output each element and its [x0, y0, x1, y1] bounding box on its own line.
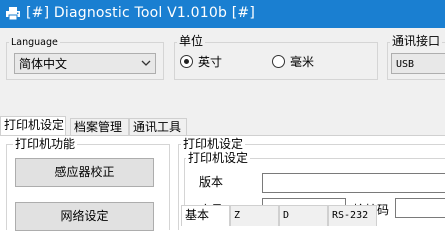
- tab-label: 打印机设定: [4, 118, 65, 132]
- unit-option-mm: 毫米: [290, 55, 315, 69]
- sensor-calibration-button[interactable]: 感应器校正: [15, 158, 154, 187]
- comm-port-group-label: 通讯接口: [390, 34, 443, 48]
- chevron-down-icon: [141, 60, 151, 66]
- printer-functions-label: 打印机功能: [13, 137, 78, 151]
- language-group-label: Language: [9, 36, 60, 49]
- subtab-label: Z: [234, 210, 241, 221]
- main-window: Language 简体中文 单位 英寸 毫米 通讯接口 USB 打印机设定 档案…: [0, 28, 445, 231]
- subtab-label: 基本: [185, 208, 210, 222]
- comm-port-select-value: USB: [396, 59, 415, 70]
- unit-radio-mm[interactable]: 毫米: [272, 54, 332, 70]
- unit-group-label: 单位: [177, 34, 206, 48]
- network-settings-label: 网络设定: [60, 209, 109, 223]
- network-settings-button[interactable]: 网络设定: [15, 202, 154, 231]
- subtab-d[interactable]: D: [279, 205, 328, 226]
- comm-port-select[interactable]: USB: [391, 53, 445, 74]
- tab-label: 档案管理: [74, 120, 123, 134]
- checksum-field[interactable]: [395, 198, 445, 218]
- language-select-value: 简体中文: [19, 57, 68, 71]
- tab-printer-settings[interactable]: 打印机设定: [0, 116, 66, 137]
- language-select[interactable]: 简体中文: [14, 53, 156, 74]
- title-bar: [#] Diagnostic Tool V1.010b [#]: [0, 0, 445, 28]
- printer-icon: [6, 7, 20, 20]
- subtab-label: D: [283, 210, 290, 221]
- subtab-z[interactable]: Z: [230, 205, 279, 226]
- radio-circle: [272, 55, 285, 68]
- window-title: [#] Diagnostic Tool V1.010b [#]: [26, 5, 255, 21]
- subtab-label: RS-232: [332, 210, 369, 221]
- subtab-basic[interactable]: 基本: [181, 205, 230, 226]
- radio-selected-dot: [184, 59, 189, 64]
- unit-option-inch: 英寸: [198, 55, 223, 69]
- sensor-calibration-label: 感应器校正: [54, 165, 115, 179]
- printer-settings-inner-label: 打印机设定: [186, 151, 251, 165]
- subtab-rs232[interactable]: RS-232: [328, 205, 377, 226]
- printer-settings-outer-label: 打印机设定: [181, 137, 246, 151]
- tab-label: 通讯工具: [133, 120, 182, 134]
- unit-radio-inch[interactable]: 英寸: [180, 54, 240, 70]
- version-label: 版本: [199, 175, 224, 189]
- radio-circle: [180, 55, 193, 68]
- version-field[interactable]: [262, 173, 445, 193]
